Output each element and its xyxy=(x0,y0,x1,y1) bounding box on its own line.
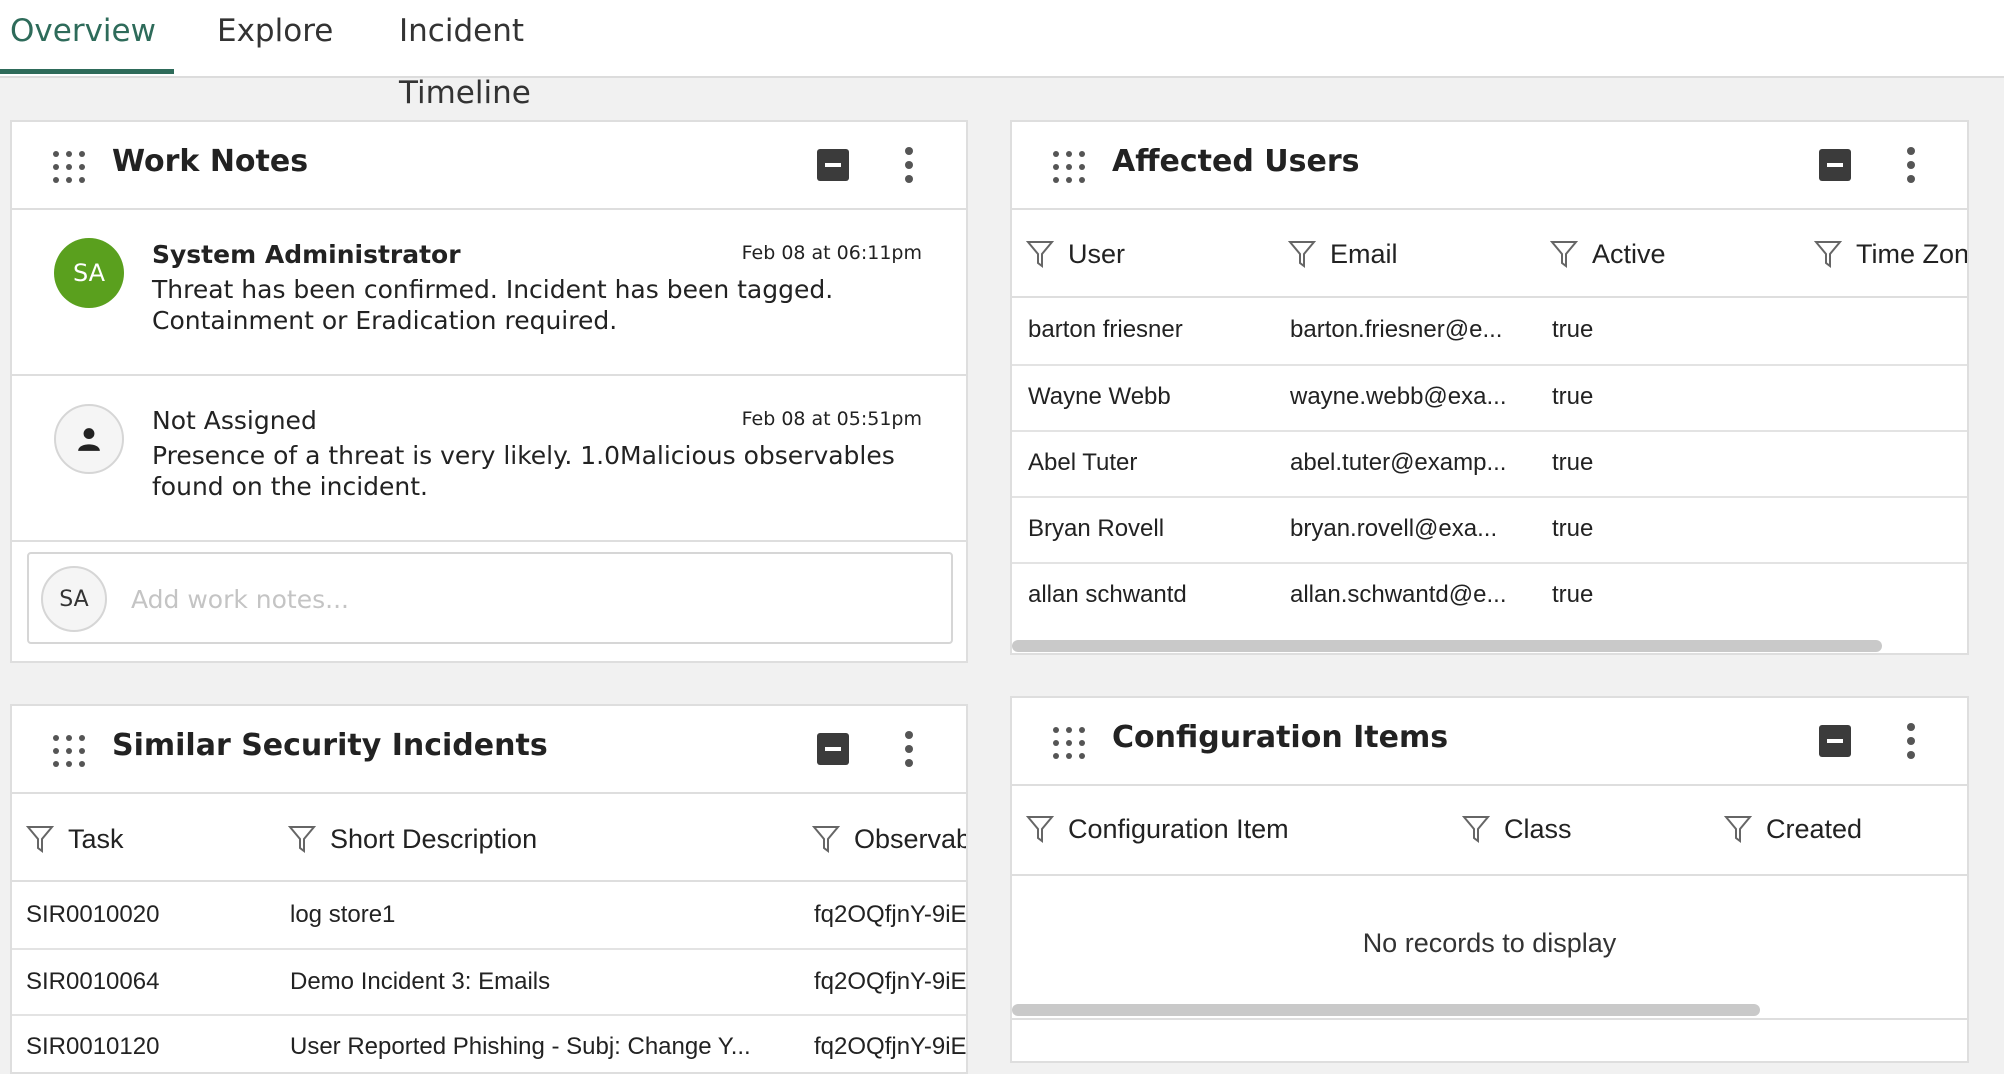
card-header: Similar Security Incidents xyxy=(12,706,966,794)
table-row[interactable]: SIR0010064 Demo Incident 3: Emails fq2OQ… xyxy=(12,950,966,1016)
avatar xyxy=(54,404,124,474)
tab-incident-timeline[interactable]: Incident Timeline xyxy=(389,0,649,111)
note-author: Not Assigned xyxy=(152,406,317,435)
table-row[interactable]: Abel Tuter abel.tuter@examp... true xyxy=(1012,432,1967,498)
cell-email: allan.schwantd@e... xyxy=(1290,581,1507,608)
cell-task: SIR0010064 xyxy=(26,968,160,995)
drag-handle-icon[interactable] xyxy=(52,734,86,768)
cell-short-description: User Reported Phishing - Subj: Change Y.… xyxy=(290,1033,751,1060)
column-header-user[interactable]: User xyxy=(1068,239,1125,270)
cell-observables: fq2OQfjnY-9iE xyxy=(814,1033,967,1060)
cell-email: bryan.rovell@exa... xyxy=(1290,515,1498,542)
note-timestamp: Feb 08 at 06:11pm xyxy=(741,242,922,264)
more-options-icon[interactable] xyxy=(904,146,914,184)
column-header-task[interactable]: Task xyxy=(68,824,124,855)
cell-email: abel.tuter@examp... xyxy=(1290,449,1507,476)
table-row[interactable]: SIR0010120 User Reported Phishing - Subj… xyxy=(12,1016,967,1072)
more-options-icon[interactable] xyxy=(904,730,914,768)
drag-handle-icon[interactable] xyxy=(1052,726,1086,760)
horizontal-scrollbar[interactable] xyxy=(1012,1004,1760,1016)
minimize-icon[interactable] xyxy=(1819,725,1851,757)
note-text: Threat has been confirmed. Incident has … xyxy=(152,275,834,335)
note-timestamp: Feb 08 at 05:51pm xyxy=(741,408,922,430)
minimize-icon[interactable] xyxy=(1819,149,1851,181)
filter-icon[interactable] xyxy=(1814,239,1842,269)
minimize-icon[interactable] xyxy=(817,149,849,181)
table-row[interactable]: barton friesner barton.friesner@e... tru… xyxy=(1012,298,1967,366)
divider xyxy=(1012,874,1967,876)
drag-handle-icon[interactable] xyxy=(1052,150,1086,184)
cell-active: true xyxy=(1552,581,1594,608)
similar-incidents-card: Similar Security Incidents Task Short De… xyxy=(10,704,968,1074)
cell-user: Abel Tuter xyxy=(1028,449,1138,476)
cell-email: barton.friesner@e... xyxy=(1290,316,1503,343)
person-icon xyxy=(78,428,100,451)
work-note-item: Not Assigned Feb 08 at 05:51pm Presence … xyxy=(12,376,966,542)
cell-user: Bryan Rovell xyxy=(1028,515,1165,542)
filter-icon[interactable] xyxy=(288,824,316,854)
tab-bar: Overview Explore Incident Timeline xyxy=(0,0,2004,111)
cell-short-description: log store1 xyxy=(290,901,396,928)
cell-task: SIR0010020 xyxy=(26,901,160,928)
cell-active: true xyxy=(1552,383,1594,410)
table-row[interactable]: Bryan Rovell bryan.rovell@exa... true xyxy=(1012,498,1967,564)
filter-icon[interactable] xyxy=(1026,239,1054,269)
filter-icon[interactable] xyxy=(1026,814,1054,844)
work-note-item: SA System Administrator Feb 08 at 06:11p… xyxy=(12,210,966,376)
minimize-icon[interactable] xyxy=(817,733,849,765)
work-notes-compose: SA xyxy=(27,552,953,644)
card-header: Work Notes xyxy=(12,122,966,210)
cell-active: true xyxy=(1552,515,1594,542)
cell-observables: fq2OQfjnY-9iE xyxy=(814,968,967,995)
column-header-configuration-item[interactable]: Configuration Item xyxy=(1068,814,1289,845)
column-header-email[interactable]: Email xyxy=(1330,239,1398,270)
avatar: SA xyxy=(54,238,124,308)
note-text: Presence of a threat is very likely. 1.0… xyxy=(152,441,895,501)
table-row[interactable]: Wayne Webb wayne.webb@exa... true xyxy=(1012,366,1967,432)
column-header-observables[interactable]: Observab xyxy=(854,824,966,855)
cell-active: true xyxy=(1552,449,1594,476)
drag-handle-icon[interactable] xyxy=(52,150,86,184)
filter-icon[interactable] xyxy=(1288,239,1316,269)
column-header-short-description[interactable]: Short Description xyxy=(330,824,537,855)
cell-user: barton friesner xyxy=(1028,316,1183,343)
affected-users-card: Affected Users User Email Active Time Zo… xyxy=(1010,120,1969,655)
table-row[interactable]: SIR0010020 log store1 fq2OQfjnY-9iE xyxy=(12,882,966,950)
tab-explore[interactable]: Explore xyxy=(207,0,333,74)
cell-observables: fq2OQfjnY-9iE xyxy=(814,901,967,928)
avatar: SA xyxy=(41,566,107,632)
cell-email: wayne.webb@exa... xyxy=(1290,383,1507,410)
card-title: Configuration Items xyxy=(1112,720,1449,755)
card-title: Work Notes xyxy=(112,144,309,179)
column-header-time-zone[interactable]: Time Zon xyxy=(1856,239,1967,270)
column-header-created[interactable]: Created xyxy=(1766,814,1862,845)
card-header: Configuration Items xyxy=(1012,698,1967,786)
tab-overview[interactable]: Overview xyxy=(0,0,174,74)
cell-short-description: Demo Incident 3: Emails xyxy=(290,968,551,995)
card-title: Similar Security Incidents xyxy=(112,728,548,763)
more-options-icon[interactable] xyxy=(1906,146,1916,184)
filter-icon[interactable] xyxy=(1462,814,1490,844)
cell-user: Wayne Webb xyxy=(1028,383,1171,410)
horizontal-scrollbar[interactable] xyxy=(1012,640,1882,652)
work-notes-card: Work Notes SA System Administrator Feb 0… xyxy=(10,120,968,663)
cell-task: SIR0010120 xyxy=(26,1033,160,1060)
empty-state-message: No records to display xyxy=(1362,928,1617,958)
card-header: Affected Users xyxy=(1012,122,1967,210)
filter-icon[interactable] xyxy=(1724,814,1752,844)
more-options-icon[interactable] xyxy=(1906,722,1916,760)
filter-icon[interactable] xyxy=(26,824,54,854)
cell-active: true xyxy=(1552,316,1594,343)
card-title: Affected Users xyxy=(1112,144,1360,179)
configuration-items-card: Configuration Items Configuration Item C… xyxy=(1010,696,1969,1063)
filter-icon[interactable] xyxy=(812,824,840,854)
table-row[interactable]: allan schwantd allan.schwantd@e... true xyxy=(1012,564,1967,630)
cell-user: allan schwantd xyxy=(1028,581,1187,608)
note-author: System Administrator xyxy=(152,240,461,269)
divider xyxy=(1012,1018,1967,1020)
column-header-active[interactable]: Active xyxy=(1592,239,1666,270)
column-header-class[interactable]: Class xyxy=(1504,814,1572,845)
filter-icon[interactable] xyxy=(1550,239,1578,269)
work-notes-input[interactable] xyxy=(129,572,933,626)
